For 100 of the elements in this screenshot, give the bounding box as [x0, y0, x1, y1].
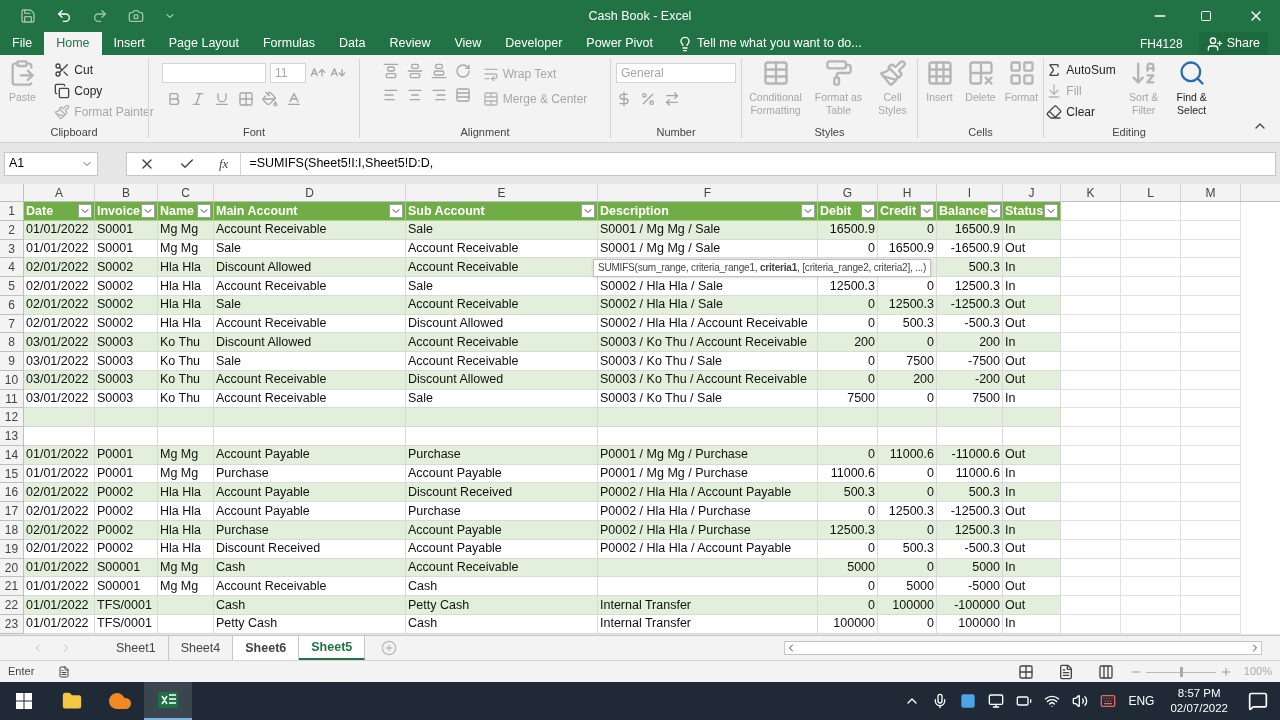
redo-icon[interactable]: [92, 8, 108, 24]
volume-icon[interactable]: [1072, 693, 1089, 709]
empty-cell[interactable]: [1181, 220, 1241, 240]
percent-icon[interactable]: [640, 91, 656, 107]
column-header[interactable]: J: [1003, 184, 1061, 201]
ribbon-tab[interactable]: Data: [327, 32, 378, 55]
bold-icon[interactable]: [166, 91, 182, 107]
table-cell[interactable]: P0002 / Hla Hla / Purchase: [598, 502, 818, 521]
empty-cell[interactable]: [1121, 521, 1181, 540]
empty-cell[interactable]: [1181, 389, 1241, 409]
wifi-icon[interactable]: [1044, 693, 1061, 709]
table-cell[interactable]: Hla Hla: [158, 277, 214, 296]
orientation-icon[interactable]: [454, 63, 471, 79]
empty-cell[interactable]: [1121, 614, 1181, 634]
currency-icon[interactable]: [616, 91, 632, 107]
table-cell[interactable]: Hla Hla: [158, 521, 214, 540]
normal-view-icon[interactable]: [1017, 663, 1034, 680]
empty-cell[interactable]: [1121, 277, 1181, 296]
table-cell[interactable]: P0002: [95, 483, 158, 503]
table-cell[interactable]: Account Receivable: [406, 352, 598, 371]
table-cell[interactable]: Account Receivable: [214, 277, 406, 296]
row-header[interactable]: 8: [0, 333, 24, 353]
camera-icon[interactable]: [128, 8, 144, 24]
table-cell[interactable]: In: [1003, 483, 1061, 503]
column-header[interactable]: G: [818, 184, 878, 201]
table-cell[interactable]: 02/01/2022: [24, 258, 95, 278]
table-cell[interactable]: Sale: [214, 352, 406, 371]
empty-cell[interactable]: [1121, 295, 1181, 315]
row-header[interactable]: 21: [0, 577, 24, 597]
fill-color-icon[interactable]: [262, 91, 278, 107]
table-cell[interactable]: S0002 / Hla Hla / Sale: [598, 277, 818, 296]
empty-cell[interactable]: [1181, 577, 1241, 597]
filter-button[interactable]: [920, 203, 934, 218]
table-cell[interactable]: 03/01/2022: [24, 333, 95, 353]
row-header[interactable]: 1: [0, 202, 24, 221]
table-cell[interactable]: S0003: [95, 333, 158, 353]
clock-date[interactable]: 02/07/2022: [1170, 701, 1228, 716]
table-cell[interactable]: 12500.3: [878, 502, 937, 521]
row-header[interactable]: 4: [0, 258, 24, 278]
empty-cell[interactable]: [1181, 314, 1241, 334]
table-cell[interactable]: Hla Hla: [158, 502, 214, 521]
align-left-icon[interactable]: [382, 87, 399, 103]
column-header[interactable]: K: [1061, 184, 1121, 201]
column-header[interactable]: F: [598, 184, 818, 201]
table-cell[interactable]: 0: [878, 277, 937, 296]
empty-cell[interactable]: [1181, 370, 1241, 390]
toolbar-button[interactable]: AutoSum: [1046, 59, 1116, 80]
filter-button[interactable]: [861, 203, 875, 218]
folder-icon[interactable]: [62, 691, 82, 711]
zoom-slider[interactable]: [1145, 666, 1216, 677]
empty-cell[interactable]: [1181, 596, 1241, 615]
table-cell[interactable]: -5000: [937, 577, 1003, 597]
table-cell[interactable]: Out: [1003, 502, 1061, 521]
table-cell[interactable]: Sale: [406, 277, 598, 296]
ribbon-tab[interactable]: Power Pivot: [574, 32, 666, 55]
table-cell[interactable]: Account Receivable: [406, 333, 598, 353]
empty-cell[interactable]: [1121, 389, 1181, 409]
column-header[interactable]: E: [406, 184, 598, 201]
table-cell[interactable]: P0002 / Hla Hla / Purchase: [598, 521, 818, 540]
column-header[interactable]: H: [878, 184, 937, 201]
macro-record-icon[interactable]: [58, 665, 71, 678]
spreadsheet-app-icon[interactable]: [158, 690, 178, 710]
table-cell[interactable]: 02/01/2022: [24, 483, 95, 503]
language-indicator[interactable]: ENG: [1128, 692, 1155, 710]
table-cell[interactable]: 200: [937, 333, 1003, 353]
table-cell[interactable]: TFS/0001: [95, 596, 158, 615]
empty-cell[interactable]: [1181, 352, 1241, 371]
column-header[interactable]: M: [1181, 184, 1241, 201]
empty-cell[interactable]: [1181, 333, 1241, 353]
toolbar-button[interactable]: Find & Select: [1172, 59, 1211, 127]
filter-button[interactable]: [141, 203, 155, 218]
table-cell[interactable]: 100000: [878, 596, 937, 615]
ribbon-tab[interactable]: File: [0, 32, 45, 55]
empty-cell[interactable]: [1181, 614, 1241, 634]
table-cell[interactable]: 500.3: [937, 258, 1003, 278]
empty-cell[interactable]: [1121, 258, 1181, 278]
column-header[interactable]: A: [24, 184, 95, 201]
table-cell[interactable]: Internal Transfer: [598, 596, 818, 615]
formula-text[interactable]: =SUMIFS(Sheet5!I:I,Sheet5!D:D,: [241, 154, 434, 173]
row-header[interactable]: 18: [0, 521, 24, 540]
empty-cell[interactable]: [1181, 295, 1241, 315]
table-cell[interactable]: Ko Thu: [158, 333, 214, 353]
table-cell[interactable]: 12500.3: [937, 521, 1003, 540]
empty-cell[interactable]: [1121, 333, 1181, 353]
filter-button[interactable]: [581, 203, 595, 218]
table-cell[interactable]: Discount Allowed: [214, 258, 406, 278]
empty-cell[interactable]: [1181, 202, 1241, 221]
empty-cell[interactable]: [1121, 558, 1181, 578]
row-header[interactable]: 22: [0, 596, 24, 615]
table-cell[interactable]: 0: [818, 502, 878, 521]
table-cell[interactable]: 0: [818, 577, 878, 597]
table-cell[interactable]: Cash: [406, 577, 598, 597]
empty-cell[interactable]: [1121, 408, 1181, 428]
empty-cell[interactable]: [1121, 239, 1181, 259]
align-top-icon[interactable]: [382, 63, 399, 79]
filter-button[interactable]: [986, 203, 1001, 218]
empty-cell[interactable]: [1121, 577, 1181, 597]
align-center-icon[interactable]: [406, 87, 423, 103]
page-break-view-icon[interactable]: [1097, 663, 1114, 680]
row-header[interactable]: 16: [0, 483, 24, 503]
